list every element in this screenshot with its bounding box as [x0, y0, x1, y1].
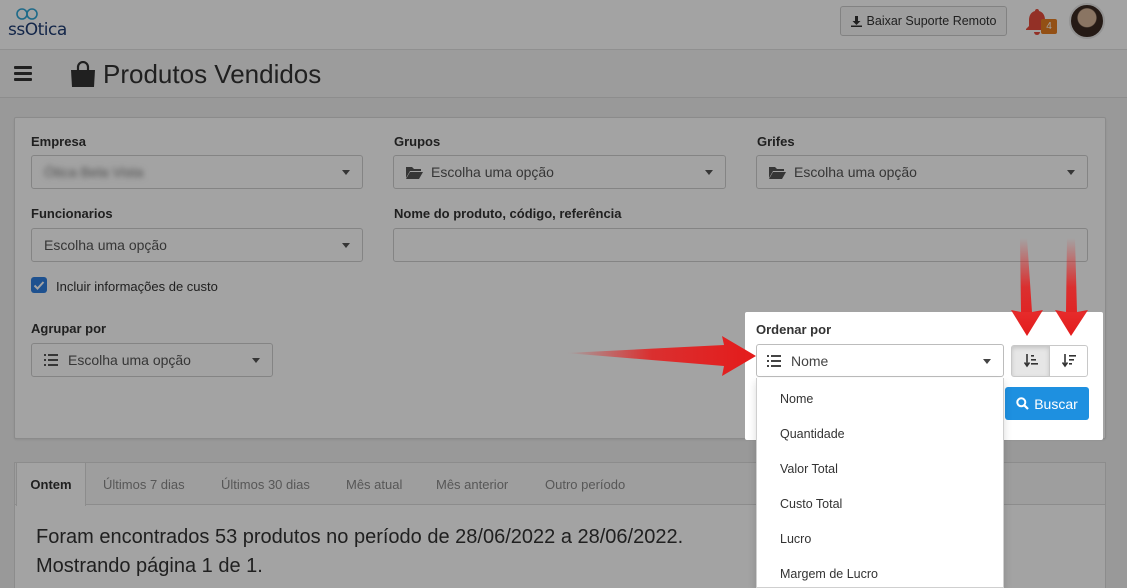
- search-button[interactable]: Buscar: [1005, 387, 1089, 420]
- ordenar-option-valor-total[interactable]: Valor Total: [757, 451, 1003, 486]
- sort-amount-desc-icon: [1061, 354, 1076, 368]
- ordenar-label: Ordenar por: [756, 322, 832, 337]
- sort-amount-asc-icon: [1023, 354, 1038, 368]
- chevron-down-icon: [983, 359, 991, 364]
- ordenar-option-custo-total[interactable]: Custo Total: [757, 486, 1003, 521]
- ordenar-option-margem-de-lucro[interactable]: Margem de Lucro: [757, 556, 1003, 587]
- ordenar-option-quantidade[interactable]: Quantidade: [757, 416, 1003, 451]
- ordenar-option-lucro[interactable]: Lucro: [757, 521, 1003, 556]
- ordenar-dropdown-list: Nome Quantidade Valor Total Custo Total …: [756, 378, 1004, 588]
- sort-descending-button[interactable]: [1049, 345, 1088, 377]
- sort-ascending-button[interactable]: [1011, 345, 1050, 377]
- ordenar-option-nome[interactable]: Nome: [757, 381, 1003, 416]
- search-icon: [1016, 397, 1029, 410]
- ordenar-select[interactable]: Nome: [756, 344, 1004, 377]
- list-icon: [767, 354, 781, 367]
- ordenar-value: Nome: [791, 352, 829, 369]
- search-button-label: Buscar: [1034, 395, 1078, 412]
